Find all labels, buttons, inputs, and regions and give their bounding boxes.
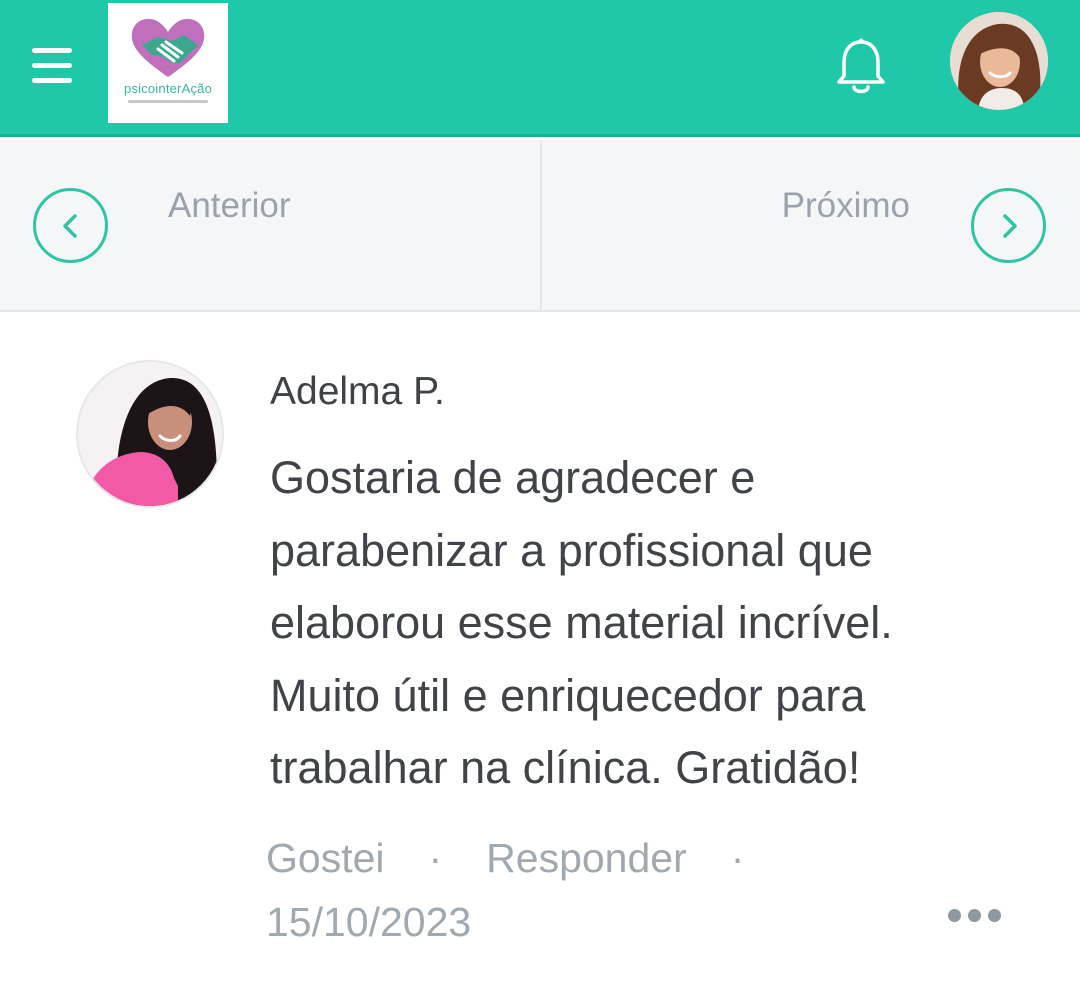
chevron-right-icon[interactable] xyxy=(971,188,1046,263)
like-button[interactable]: Gostei xyxy=(266,835,385,881)
separator: · xyxy=(730,835,745,881)
app-header: psicointerAção xyxy=(0,0,1080,137)
comment-date: 15/10/2023 xyxy=(266,899,472,945)
hamburger-menu-icon[interactable] xyxy=(30,46,74,86)
user-avatar[interactable] xyxy=(950,12,1048,110)
brand-logo[interactable]: psicointerAção xyxy=(108,3,228,123)
comment-text-line: trabalhar na clínica. Gratidão! xyxy=(270,742,861,793)
brand-tagline xyxy=(128,100,208,103)
previous-post-link[interactable]: Anterior xyxy=(0,140,538,310)
separator: · xyxy=(428,835,443,881)
comment-text-line: Gostaria de agradecer e xyxy=(270,452,756,503)
previous-label[interactable]: Anterior xyxy=(168,184,291,228)
chevron-left-icon[interactable] xyxy=(33,188,108,263)
comment-text-line: parabenizar a profissional que xyxy=(270,524,873,576)
comment-author-avatar[interactable] xyxy=(76,360,224,508)
next-label[interactable]: Próximo xyxy=(782,184,910,228)
brand-name: psicointerAção xyxy=(123,81,213,96)
handshake-heart-icon xyxy=(131,18,205,77)
comment-text-line: elaborou esse material incrível. xyxy=(270,597,893,648)
reply-button[interactable]: Responder xyxy=(486,835,687,881)
bell-icon[interactable] xyxy=(836,38,886,98)
comment-text-line: Muito útil e enriquecedor para xyxy=(270,669,866,721)
more-horizontal-icon[interactable] xyxy=(948,905,1002,927)
comment-author-name[interactable]: Adelma P. xyxy=(270,368,445,416)
comment-text: Gostaria de agradecer e parabenizar a pr… xyxy=(270,442,1030,805)
next-post-link[interactable]: Próximo xyxy=(542,140,1080,310)
post-navigation: Anterior Próximo xyxy=(0,140,1080,312)
comment-actions: Gostei · Responder · 15/10/2023 xyxy=(266,826,826,954)
